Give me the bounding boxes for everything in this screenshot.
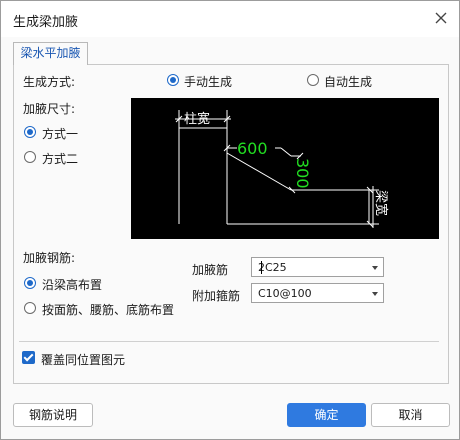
dimension-600: 600 [237, 139, 268, 158]
close-icon[interactable] [433, 10, 449, 26]
radio-mode-one[interactable] [24, 126, 36, 138]
extra-stirrup-combo[interactable]: C10@100 [251, 283, 384, 303]
radio-along-beam-height-label[interactable]: 沿梁高布置 [42, 276, 102, 293]
chevron-down-icon[interactable] [372, 292, 378, 296]
cancel-button[interactable]: 取消 [371, 403, 450, 427]
radio-manual-label[interactable]: 手动生成 [184, 73, 232, 90]
radio-along-beam-height[interactable] [24, 277, 36, 289]
radio-manual[interactable] [167, 74, 179, 86]
ok-button[interactable]: 确定 [287, 403, 366, 427]
divider [19, 341, 439, 342]
generation-mode-label: 生成方式: [23, 75, 76, 89]
radio-mode-one-label[interactable]: 方式一 [42, 125, 78, 142]
text-caret [261, 261, 262, 274]
haunch-bar-value[interactable]: 2C25 [258, 261, 287, 274]
tab-beam-horizontal-haunch[interactable]: 梁水平加腋 [13, 42, 88, 65]
radio-by-bar-type-label[interactable]: 按面筋、腰筋、底筋布置 [42, 301, 174, 318]
dimension-300: 300 [293, 158, 312, 189]
beam-width-label: 梁宽 [373, 190, 389, 216]
extra-stirrup-label: 附加箍筋 [192, 289, 241, 303]
radio-mode-two-label[interactable]: 方式二 [42, 150, 78, 167]
overwrite-checkbox[interactable] [22, 351, 35, 364]
haunch-bar-combo[interactable]: 2C25 [251, 257, 384, 277]
extra-stirrup-value[interactable]: C10@100 [258, 287, 312, 300]
radio-mode-two[interactable] [24, 151, 36, 163]
rebar-help-button[interactable]: 钢筋说明 [13, 403, 93, 427]
radio-auto[interactable] [307, 74, 319, 86]
overwrite-checkbox-label[interactable]: 覆盖同位置图元 [41, 351, 125, 368]
chevron-down-icon[interactable] [372, 266, 378, 270]
dialog-window: 生成梁加腋 梁水平加腋 生成方式: 手动生成 自动生成 加腋尺寸: 方式一 方式… [0, 0, 460, 440]
haunch-rebar-label: 加腋钢筋: [23, 251, 76, 265]
haunch-bar-label: 加腋筋 [192, 263, 229, 277]
haunch-size-label: 加腋尺寸: [23, 102, 76, 116]
radio-auto-label[interactable]: 自动生成 [324, 73, 372, 90]
window-title: 生成梁加腋 [13, 15, 79, 30]
column-width-label: 柱宽 [184, 111, 210, 127]
haunch-diagram: 柱宽 600 300 梁宽 [131, 98, 439, 239]
radio-by-bar-type[interactable] [24, 302, 36, 314]
title-bar: 生成梁加腋 [1, 1, 459, 37]
